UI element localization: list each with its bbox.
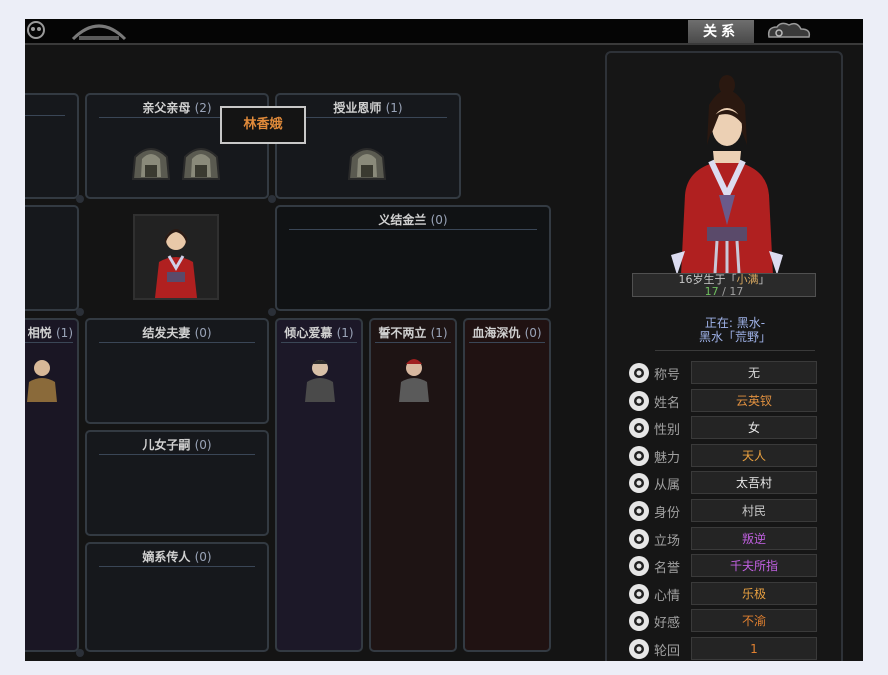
- attribute-value: 不渝: [691, 609, 817, 633]
- gender-icon: [629, 418, 649, 439]
- panel-enemy[interactable]: 血海深仇 (0): [463, 318, 551, 652]
- attribute-label: 名誉: [654, 561, 681, 577]
- panel-divider: [99, 454, 255, 455]
- attribute-label: 称号: [654, 368, 681, 383]
- panel-divider: [289, 229, 537, 230]
- npc-portrait-icon[interactable]: [297, 354, 343, 402]
- panel-title: 结发夫妻 (0): [142, 326, 212, 340]
- panel-children[interactable]: 儿女子嗣 (0): [85, 430, 269, 536]
- character-portrait-icon: [135, 216, 217, 298]
- panel-title: 嫡系传人 (0): [142, 550, 212, 564]
- attribute-row[interactable]: 立场 叛逆: [629, 526, 819, 550]
- panel-sworn[interactable]: 义结金兰 (0): [275, 205, 551, 311]
- age-health-box: 16岁生于「小满」 17 / 17: [632, 273, 816, 297]
- attribute-row[interactable]: 姓名 云英钗: [629, 388, 819, 412]
- attribute-row[interactable]: 轮回 1: [629, 637, 819, 660]
- attribute-value: 无: [691, 361, 817, 384]
- connector-node: [268, 195, 276, 203]
- grave-icon[interactable]: [179, 143, 223, 181]
- panel-admire[interactable]: 倾心爱慕 (1): [275, 318, 363, 652]
- attribute-label: 立场: [654, 533, 681, 549]
- attribute-label: 好感: [654, 616, 681, 632]
- attribute-value: 千夫所指: [691, 554, 817, 578]
- attribute-label: 性别: [654, 423, 681, 439]
- panel-divider: [469, 342, 545, 343]
- attribute-row[interactable]: 名誉 千夫所指: [629, 554, 819, 578]
- panel-title: 儿女子嗣 (0): [142, 438, 212, 452]
- panel-spouse[interactable]: 结发夫妻 (0): [85, 318, 269, 424]
- cycle-icon: [629, 639, 649, 659]
- attribute-row[interactable]: 心情 乐极: [629, 581, 819, 605]
- attribute-row[interactable]: 身份 村民: [629, 499, 819, 522]
- featured-character-name[interactable]: 林香娥: [220, 106, 306, 144]
- attribute-row[interactable]: 好感 不渝: [629, 609, 819, 633]
- attribute-row[interactable]: 魅力 天人: [629, 443, 819, 467]
- attribute-row[interactable]: 性别女: [629, 416, 819, 440]
- attribute-row[interactable]: 称号无: [629, 361, 819, 384]
- divider: [655, 350, 815, 351]
- top-bar: 关系: [25, 19, 863, 45]
- attribute-value: 村民: [691, 499, 817, 522]
- attribute-label: 姓名: [654, 395, 681, 411]
- attribute-value: 女: [691, 416, 817, 440]
- tab-relations[interactable]: 关系: [688, 20, 754, 43]
- panel-title: 义结金兰 (0): [378, 213, 448, 227]
- panel-partial-middle: [25, 205, 79, 311]
- connector-node: [76, 649, 84, 657]
- center-character-portrait[interactable]: [133, 214, 219, 300]
- panel-heirs[interactable]: 嫡系传人 (0): [85, 542, 269, 652]
- location-line: 正在: 黑水-: [704, 316, 766, 330]
- connector-node: [76, 195, 84, 203]
- fame-icon: [629, 556, 649, 577]
- attribute-label: 轮回: [654, 644, 681, 659]
- attribute-value: 1: [691, 637, 817, 660]
- panel-title: 誓不两立 (1): [378, 326, 448, 340]
- game-screen: 关系 亲父亲母 (2) 授业恩师 (1) 林香娥 义结金兰 (0) 相悦 (1)…: [25, 19, 863, 661]
- panel-rival[interactable]: 誓不两立 (1): [369, 318, 457, 652]
- skull-ornament-icon: [27, 21, 45, 39]
- attribute-value: 乐极: [691, 581, 817, 605]
- attribute-label: 心情: [654, 588, 681, 604]
- panel-divider: [289, 117, 447, 118]
- character-full-portrait-icon: [671, 75, 783, 275]
- panel-divider: [25, 342, 73, 343]
- panel-divider: [99, 342, 255, 343]
- attribute-label: 从属: [654, 478, 681, 494]
- attribute-label: 身份: [654, 506, 681, 521]
- cloud-tab-icon[interactable]: [765, 21, 813, 41]
- panel-divider: [281, 342, 357, 343]
- heart-icon: [629, 611, 649, 632]
- grave-icon[interactable]: [129, 143, 173, 181]
- panel-divider: [375, 342, 451, 343]
- pen-icon: [629, 390, 649, 411]
- panel-partial-top: [25, 93, 79, 199]
- connector-node: [268, 308, 276, 316]
- health-value: 17 / 17: [704, 285, 744, 298]
- attribute-value: 云英钗: [691, 388, 817, 412]
- attribute-value: 太吾村: [691, 471, 817, 495]
- location-line: 黑水「荒野」: [698, 330, 771, 344]
- location-text: 正在: 黑水- 黑水「荒野」: [625, 316, 845, 344]
- grave-icon[interactable]: [345, 143, 389, 181]
- attribute-label: 魅力: [654, 450, 681, 466]
- stance-icon: [629, 528, 649, 549]
- attribute-value: 天人: [691, 443, 817, 467]
- panel-divider: [99, 566, 255, 567]
- mood-icon: [629, 583, 649, 604]
- npc-portrait-icon[interactable]: [25, 354, 65, 402]
- connector-node: [76, 308, 84, 316]
- panel-title: 血海深仇 (0): [472, 326, 542, 340]
- panel-mutual[interactable]: 相悦 (1): [25, 318, 79, 652]
- panel-divider: [25, 115, 65, 116]
- attribute-row[interactable]: 从属 太吾村: [629, 471, 819, 495]
- panel-title: 相悦 (1): [27, 326, 73, 340]
- crest-ornament-icon: [71, 24, 127, 41]
- hand-icon: [629, 473, 649, 494]
- hat-icon: [629, 501, 649, 521]
- rabbit-icon: [629, 363, 649, 383]
- npc-portrait-icon[interactable]: [391, 354, 437, 402]
- panel-title: 倾心爱慕 (1): [284, 326, 354, 340]
- attribute-value: 叛逆: [691, 526, 817, 550]
- charm-icon: [629, 445, 649, 466]
